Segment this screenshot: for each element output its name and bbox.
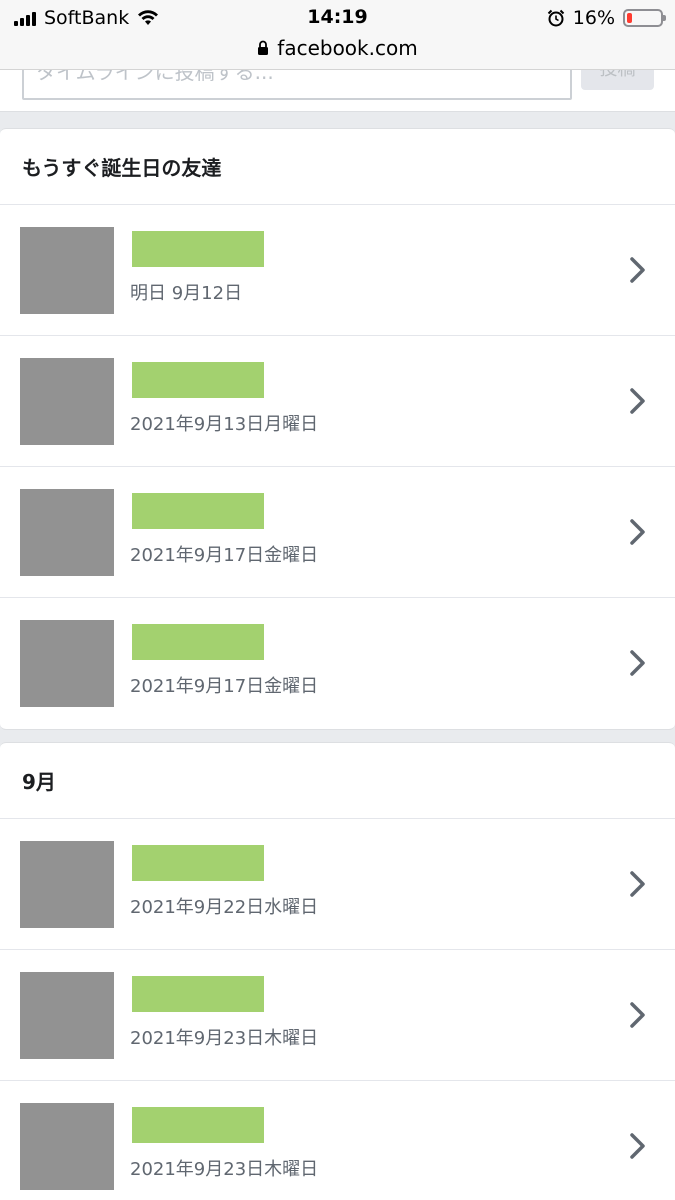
chevron-right-icon [630, 1133, 645, 1159]
avatar[interactable] [20, 227, 114, 314]
friend-row[interactable]: 2021年9月23日木曜日 [0, 1081, 675, 1200]
chevron-right-icon [630, 871, 645, 897]
avatar[interactable] [20, 620, 114, 707]
redacted-name [132, 231, 264, 267]
lock-icon [258, 40, 269, 55]
friend-list: 2021年9月22日水曜日 2021年9月23日木曜日 2021年9月23日木曜… [0, 819, 675, 1200]
chevron-right-icon [630, 257, 645, 283]
battery-level [627, 13, 633, 23]
month-birthdays-card: 9月 2021年9月22日水曜日 2021年9月23日木曜日 2021年9月23… [0, 742, 675, 1200]
birthday-date: 2021年9月23日木曜日 [130, 1159, 319, 1180]
avatar[interactable] [20, 358, 114, 445]
friend-row[interactable]: 2021年9月23日木曜日 [0, 950, 675, 1081]
friend-row[interactable]: 明日 9月12日 [0, 205, 675, 336]
friend-row[interactable]: 2021年9月22日水曜日 [0, 819, 675, 950]
redacted-name [132, 1107, 264, 1143]
chevron-right-icon [630, 519, 645, 545]
friend-row[interactable]: 2021年9月17日金曜日 [0, 467, 675, 598]
redacted-name [132, 493, 264, 529]
redacted-name [132, 845, 264, 881]
birthday-date: 2021年9月17日金曜日 [130, 545, 319, 566]
battery-icon [623, 9, 666, 27]
chevron-right-icon [630, 1002, 645, 1028]
avatar[interactable] [20, 841, 114, 928]
browser-top-bar: SoftBank 14:19 16% facebook.com [0, 0, 675, 70]
section-title: 9月 [0, 743, 675, 819]
chevron-right-icon [630, 650, 645, 676]
friend-row[interactable]: 2021年9月17日金曜日 [0, 598, 675, 729]
avatar[interactable] [20, 972, 114, 1059]
redacted-name [132, 624, 264, 660]
redacted-name [132, 362, 264, 398]
status-right: 16% [547, 6, 666, 30]
birthday-date: 明日 9月12日 [130, 283, 243, 304]
alarm-icon [547, 9, 564, 27]
url-domain: facebook.com [277, 36, 418, 60]
upcoming-birthdays-card: もうすぐ誕生日の友達 明日 9月12日 2021年9月13日月曜日 2021年9… [0, 128, 675, 730]
friend-list: 明日 9月12日 2021年9月13日月曜日 2021年9月17日金曜日 202… [0, 205, 675, 729]
section-title: もうすぐ誕生日の友達 [0, 129, 675, 205]
chevron-right-icon [630, 388, 645, 414]
url-bar[interactable]: facebook.com [0, 36, 675, 60]
birthday-date: 2021年9月17日金曜日 [130, 676, 319, 697]
birthday-date: 2021年9月23日木曜日 [130, 1028, 319, 1049]
birthday-date: 2021年9月22日水曜日 [130, 897, 319, 918]
friend-row[interactable]: 2021年9月13日月曜日 [0, 336, 675, 467]
avatar[interactable] [20, 1103, 114, 1190]
battery-percent: 16% [572, 7, 615, 29]
avatar[interactable] [20, 489, 114, 576]
redacted-name [132, 976, 264, 1012]
birthday-date: 2021年9月13日月曜日 [130, 414, 319, 435]
